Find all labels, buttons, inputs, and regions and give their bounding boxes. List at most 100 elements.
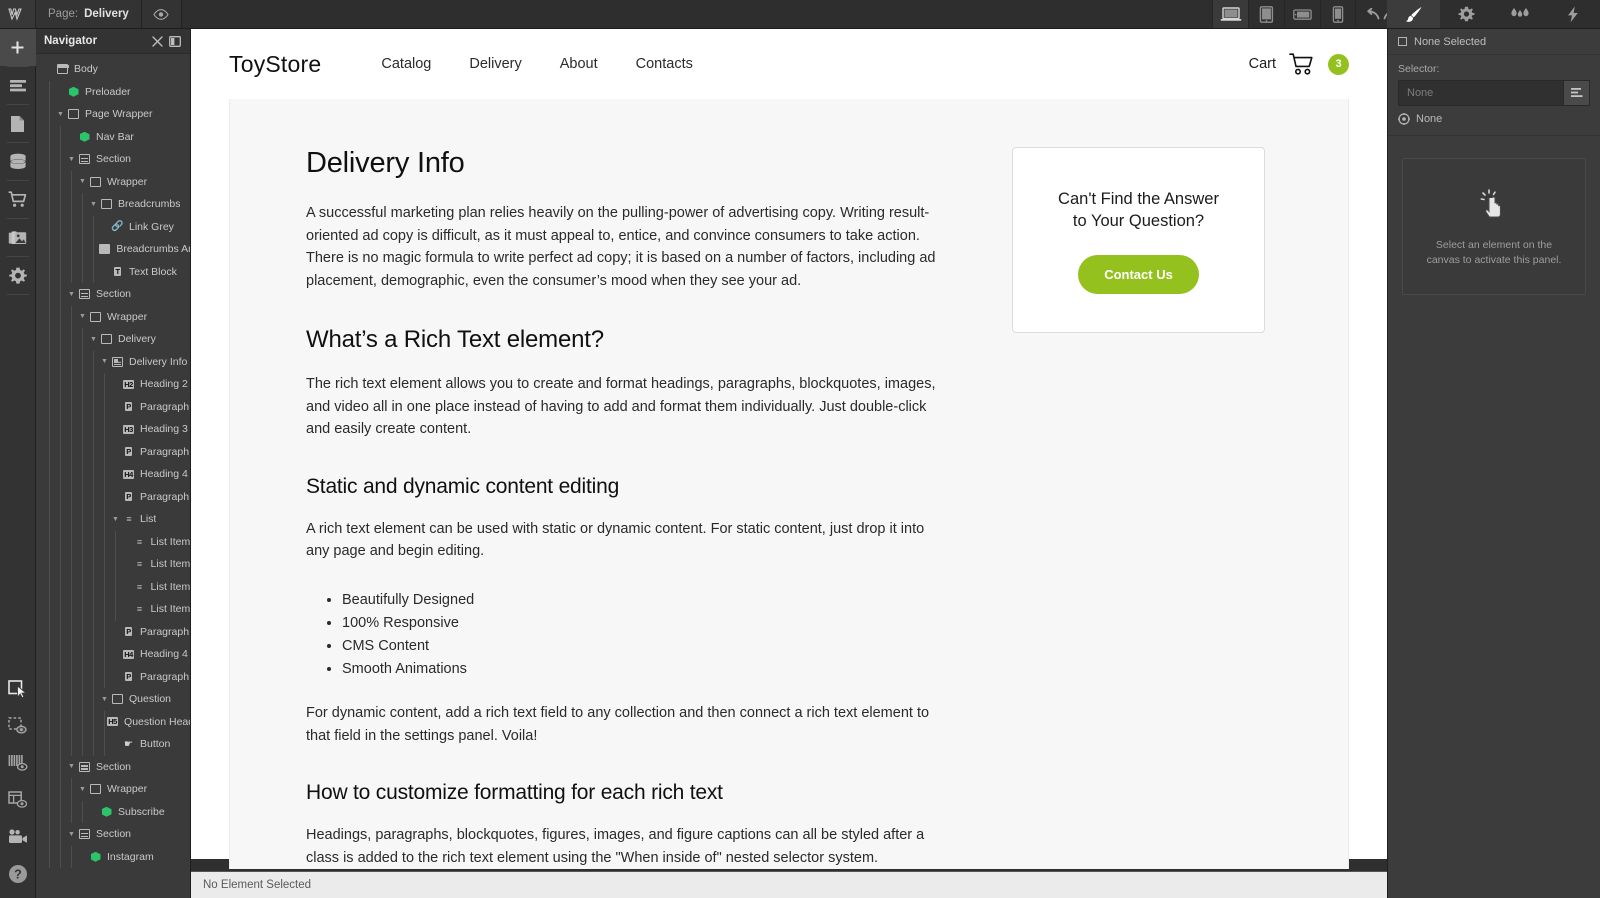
site-navbar[interactable]: ToyStore Catalog Delivery About Contacts… (191, 29, 1387, 99)
pages-panel-button[interactable] (0, 67, 36, 104)
assets-button[interactable] (0, 219, 36, 256)
navigator-node[interactable]: T Text Block (36, 260, 190, 283)
navigator-node-label: Section (96, 760, 132, 773)
navigator-node[interactable]: H5 Question Heading (36, 710, 190, 733)
navigator-node[interactable]: ▼ Section (36, 283, 190, 306)
node-type-icon (55, 64, 70, 75)
selector-input[interactable]: None (1398, 80, 1564, 106)
navigator-node[interactable]: H4 Heading 4 (36, 643, 190, 666)
style-panel-tab[interactable] (1387, 0, 1441, 28)
chevron-down-icon[interactable]: ▼ (99, 358, 110, 365)
navigator-node[interactable]: ▼ Delivery (36, 328, 190, 351)
navigator-node[interactable]: H4 Heading 4 (36, 463, 190, 486)
navigator-node[interactable]: P Paragraph (36, 620, 190, 643)
navigator-node[interactable]: ▼ Wrapper (36, 778, 190, 801)
effects-panel-tab[interactable] (1547, 0, 1600, 28)
navigator-node[interactable]: P Paragraph (36, 665, 190, 688)
chevron-down-icon[interactable]: ▼ (77, 178, 88, 185)
navigator-node[interactable]: Subscribe (36, 800, 190, 823)
navigator-node[interactable]: P Paragraph (36, 395, 190, 418)
navigator-node[interactable]: ≡ List Item (36, 530, 190, 553)
nav-link-about[interactable]: About (560, 56, 598, 72)
contact-us-button[interactable]: Contact Us (1078, 255, 1199, 294)
interactions-panel-tab[interactable] (1494, 0, 1547, 28)
tree-guide-line (93, 733, 94, 756)
navigator-node[interactable]: ▼ Delivery Info (36, 350, 190, 373)
navigator-node[interactable]: Preloader (36, 80, 190, 103)
mobile-landscape-breakpoint[interactable] (1284, 0, 1320, 28)
edit-mode-button[interactable] (0, 707, 36, 744)
tree-guide-line (60, 305, 61, 328)
navigator-node[interactable]: ▼ Section (36, 823, 190, 846)
navigator-node-label: Body (74, 63, 98, 76)
navigator-node[interactable]: ≡ List Item (36, 553, 190, 576)
navigator-node[interactable]: P Paragraph (36, 485, 190, 508)
add-elements-button[interactable] (0, 29, 36, 66)
chevron-down-icon[interactable]: ▼ (66, 763, 77, 770)
navigator-node[interactable]: ▼ Section (36, 148, 190, 171)
navigator-node[interactable]: Nav Bar (36, 125, 190, 148)
panel-toggle-icon[interactable] (166, 35, 184, 47)
webflow-logo-icon[interactable] (0, 0, 36, 28)
chevron-down-icon[interactable]: ▼ (77, 786, 88, 793)
navigator-node[interactable]: H3 Heading 3 (36, 418, 190, 441)
node-type-icon: H4 (121, 469, 136, 479)
chevron-down-icon[interactable]: ▼ (77, 313, 88, 320)
navigator-node[interactable]: P Paragraph (36, 440, 190, 463)
node-type-icon: P (121, 447, 136, 457)
preview-toggle-button[interactable] (141, 0, 182, 28)
site-brand[interactable]: ToyStore (229, 51, 321, 78)
settings-button[interactable] (0, 257, 36, 294)
chevron-down-icon[interactable]: ▼ (88, 336, 99, 343)
nav-link-catalog[interactable]: Catalog (381, 56, 431, 72)
video-tutorials-button[interactable] (0, 818, 36, 855)
navigator-node[interactable]: ▼ Question (36, 688, 190, 711)
tablet-breakpoint[interactable] (1248, 0, 1284, 28)
question-card[interactable]: Can't Find the Answer to Your Question? … (1012, 147, 1265, 333)
navigator-node-label: List Item (150, 580, 190, 593)
navigator-button[interactable] (0, 105, 36, 142)
tree-guide-line (71, 440, 72, 463)
design-canvas[interactable]: ToyStore Catalog Delivery About Contacts… (191, 29, 1387, 898)
navigator-node[interactable]: Instagram (36, 845, 190, 868)
mobile-portrait-breakpoint[interactable] (1320, 0, 1357, 28)
chevron-down-icon[interactable]: ▼ (110, 516, 121, 523)
ecommerce-button[interactable] (0, 181, 36, 218)
navigator-node[interactable]: Body (36, 58, 190, 81)
state-row[interactable]: None (1398, 113, 1590, 125)
navigator-node[interactable]: ▼ ≡ List (36, 508, 190, 531)
layout-visibility-button[interactable] (0, 781, 36, 818)
navigator-node[interactable]: ▼ Page Wrapper (36, 103, 190, 126)
navigator-node[interactable]: ▼ Wrapper (36, 170, 190, 193)
desktop-breakpoint[interactable] (1212, 0, 1249, 28)
navigator-node[interactable]: Breadcrumbs Arrow (36, 238, 190, 261)
page-selector[interactable]: Page: Delivery (36, 0, 142, 28)
guides-visibility-button[interactable] (0, 744, 36, 781)
site-nav-cart[interactable]: Cart 3 (1249, 52, 1349, 76)
chevron-down-icon[interactable]: ▼ (55, 111, 66, 118)
chevron-down-icon[interactable]: ▼ (88, 201, 99, 208)
chevron-down-icon[interactable]: ▼ (66, 156, 77, 163)
navigator-node[interactable]: ▼ Breadcrumbs (36, 193, 190, 216)
chevron-down-icon[interactable]: ▼ (99, 696, 110, 703)
navigator-node[interactable]: ▼ Section (36, 755, 190, 778)
navigator-node[interactable]: ☛ Button (36, 733, 190, 756)
navigator-tree[interactable]: Body Preloader ▼ Page Wrapper Nav Bar ▼ Sectio… (36, 54, 190, 868)
navigator-node[interactable]: ≡ List Item (36, 598, 190, 621)
cms-collections-button[interactable] (0, 143, 36, 180)
chevron-down-icon[interactable]: ▼ (66, 831, 77, 838)
nav-link-contacts[interactable]: Contacts (636, 56, 693, 72)
collapse-all-icon[interactable] (148, 35, 166, 47)
delivery-info-richtext[interactable]: Delivery Info A successful marketing pla… (306, 147, 946, 869)
chevron-down-icon[interactable]: ▼ (66, 291, 77, 298)
tree-guide-line (49, 238, 50, 261)
navigator-node[interactable]: ≡ List Item (36, 575, 190, 598)
settings-panel-tab[interactable] (1440, 0, 1493, 28)
help-button[interactable]: ? (0, 855, 36, 892)
selector-list-button[interactable] (1564, 80, 1590, 106)
select-tool-button[interactable] (0, 670, 36, 707)
navigator-node[interactable]: ▼ Wrapper (36, 305, 190, 328)
navigator-node[interactable]: H2 Heading 2 (36, 373, 190, 396)
nav-link-delivery[interactable]: Delivery (469, 56, 521, 72)
navigator-node[interactable]: 🔗 Link Grey (36, 215, 190, 238)
